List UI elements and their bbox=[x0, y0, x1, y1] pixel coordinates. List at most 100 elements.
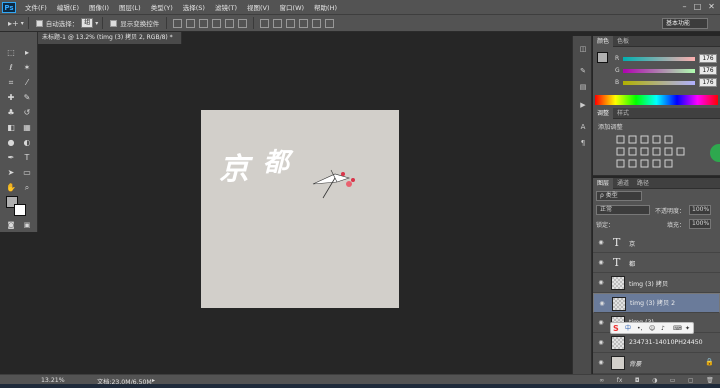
blend-mode-dropdown[interactable]: 正常 bbox=[596, 205, 650, 215]
eraser-icon[interactable]: ◧ bbox=[4, 121, 18, 135]
menu-type[interactable]: 类型(Y) bbox=[146, 2, 178, 12]
tab-paths[interactable]: 路径 bbox=[633, 178, 653, 189]
hand-tool-icon[interactable]: ✋ bbox=[4, 181, 18, 195]
distribute-left-icon[interactable] bbox=[299, 18, 309, 28]
eyedropper-icon[interactable]: ⁄ bbox=[20, 76, 34, 90]
eye-icon[interactable]: ◉ bbox=[597, 239, 605, 247]
menu-image[interactable]: 图像(I) bbox=[84, 2, 114, 12]
path-selection-icon[interactable]: ➤ bbox=[4, 166, 18, 180]
tab-styles[interactable]: 样式 bbox=[613, 108, 633, 119]
slider-track[interactable] bbox=[623, 81, 695, 85]
move-tool-icon[interactable]: ▸+ bbox=[8, 19, 19, 28]
skin-icon[interactable]: ✦ bbox=[685, 324, 690, 333]
layer-row-selected[interactable]: ◉ timg (3) 拷贝 2 bbox=[593, 293, 720, 313]
paragraph-panel-icon[interactable]: ¶ bbox=[578, 138, 588, 148]
channel-value[interactable]: 176 bbox=[699, 66, 717, 75]
adjustment-layer-icon[interactable]: ◑ bbox=[652, 377, 657, 384]
menu-help[interactable]: 帮助(H) bbox=[309, 2, 342, 12]
eye-icon[interactable]: ◉ bbox=[597, 259, 605, 267]
slider-track[interactable] bbox=[623, 69, 695, 73]
distribute-top-icon[interactable] bbox=[260, 18, 270, 28]
rectangle-tool-icon[interactable]: ▭ bbox=[20, 166, 34, 180]
lasso-tool-icon[interactable]: ℓ bbox=[4, 61, 18, 75]
zoom-tool-icon[interactable]: ⌕ bbox=[20, 181, 34, 195]
dodge-tool-icon[interactable]: ◐ bbox=[20, 136, 34, 150]
slider-r[interactable]: R 176 bbox=[615, 54, 719, 64]
pen-tool-icon[interactable]: ✒ bbox=[4, 151, 18, 165]
maximize-icon[interactable]: □ bbox=[692, 1, 703, 12]
brush-panel-icon[interactable]: ✎ bbox=[578, 66, 588, 76]
align-bottom-icon[interactable] bbox=[199, 18, 209, 28]
screen-mode-icon[interactable]: ▣ bbox=[20, 218, 34, 232]
ime-mode-icon[interactable]: 中 bbox=[625, 324, 631, 333]
auto-select-checkbox[interactable] bbox=[35, 19, 43, 27]
move-tool-icon[interactable]: ▸ bbox=[20, 46, 34, 60]
eye-icon[interactable]: ◉ bbox=[597, 279, 605, 287]
distribute-vcenter-icon[interactable] bbox=[273, 18, 283, 28]
keyboard-icon[interactable]: ⌨ bbox=[673, 324, 682, 333]
menu-layer[interactable]: 图层(L) bbox=[114, 2, 146, 12]
eye-icon[interactable]: ◉ bbox=[597, 359, 605, 367]
menu-filter[interactable]: 滤镜(T) bbox=[210, 2, 242, 12]
minimize-icon[interactable]: – bbox=[679, 1, 690, 12]
color-spectrum-ramp[interactable] bbox=[595, 95, 718, 105]
channel-value[interactable]: 176 bbox=[699, 78, 717, 87]
type-tool-icon[interactable]: T bbox=[20, 151, 34, 165]
fill-field[interactable]: 100% bbox=[689, 219, 711, 229]
link-layers-icon[interactable]: ∞ bbox=[599, 377, 604, 384]
layer-row[interactable]: ◉ T 都 bbox=[593, 253, 720, 273]
layer-style-icon[interactable]: fx bbox=[617, 377, 623, 384]
zoom-readout[interactable]: 13.21% bbox=[41, 377, 65, 384]
auto-select-dropdown[interactable]: 组 bbox=[81, 18, 94, 28]
actions-panel-icon[interactable]: ▶ bbox=[578, 100, 588, 110]
brush-tool-icon[interactable]: ✎ bbox=[20, 91, 34, 105]
layer-filter-dropdown[interactable]: ρ 类型 bbox=[596, 191, 642, 201]
background-color-swatch[interactable] bbox=[14, 204, 26, 216]
align-vcenter-icon[interactable] bbox=[186, 18, 196, 28]
magic-wand-icon[interactable]: ✶ bbox=[20, 61, 34, 75]
distribute-bottom-icon[interactable] bbox=[286, 18, 296, 28]
punctuation-icon[interactable]: •, bbox=[637, 324, 642, 333]
adjustment-icons-grid[interactable] bbox=[615, 134, 697, 170]
channel-value[interactable]: 176 bbox=[699, 54, 717, 63]
distribute-right-icon[interactable] bbox=[325, 18, 335, 28]
slider-g[interactable]: G 176 bbox=[615, 66, 719, 76]
tool-preset-dropdown-icon[interactable]: ▾ bbox=[21, 20, 24, 27]
opacity-field[interactable]: 100% bbox=[689, 205, 711, 215]
align-hcenter-icon[interactable] bbox=[225, 18, 235, 28]
ime-toolbar[interactable]: S 中 •, ☺ ♪ ⌨ ✦ bbox=[610, 322, 694, 334]
distribute-hcenter-icon[interactable] bbox=[312, 18, 322, 28]
slider-b[interactable]: B 176 bbox=[615, 78, 719, 88]
new-layer-icon[interactable]: ▢ bbox=[688, 377, 694, 384]
align-left-icon[interactable] bbox=[212, 18, 222, 28]
menu-select[interactable]: 选择(S) bbox=[178, 2, 210, 12]
clone-stamp-icon[interactable]: ♣ bbox=[4, 106, 18, 120]
layer-row[interactable]: ◉ 234731-14010PH24450 bbox=[593, 333, 720, 353]
character-panel-icon[interactable]: A bbox=[578, 122, 588, 132]
layer-row[interactable]: ◉ timg (3) 拷贝 bbox=[593, 273, 720, 293]
menu-file[interactable]: 文件(F) bbox=[20, 2, 52, 12]
close-icon[interactable]: ✕ bbox=[706, 1, 717, 12]
history-panel-icon[interactable]: ◫ bbox=[578, 44, 588, 54]
align-right-icon[interactable] bbox=[238, 18, 248, 28]
layer-row[interactable]: ◉ 背景 🔒 bbox=[593, 353, 720, 374]
workspace-dropdown[interactable]: 基本功能 bbox=[662, 18, 708, 29]
quick-mask-icon[interactable]: ◙ bbox=[4, 218, 18, 232]
menu-window[interactable]: 窗口(W) bbox=[275, 2, 310, 12]
layer-row[interactable]: ◉ T 京 bbox=[593, 233, 720, 253]
microphone-icon[interactable]: ♪ bbox=[661, 324, 665, 333]
floating-badge-icon[interactable] bbox=[710, 144, 720, 162]
tab-adjustments[interactable]: 调整 bbox=[593, 107, 614, 119]
tab-layers[interactable]: 图层 bbox=[593, 177, 614, 189]
document-canvas[interactable]: 京 都 bbox=[201, 110, 399, 308]
eye-icon[interactable]: ◉ bbox=[597, 319, 605, 327]
emoji-icon[interactable]: ☺ bbox=[649, 324, 655, 333]
healing-brush-icon[interactable]: ✚ bbox=[4, 91, 18, 105]
status-menu-icon[interactable]: ▸ bbox=[152, 377, 155, 384]
gradient-tool-icon[interactable]: ▦ bbox=[20, 121, 34, 135]
show-transform-checkbox[interactable] bbox=[110, 19, 118, 27]
layer-mask-icon[interactable]: ◘ bbox=[635, 377, 640, 384]
tab-swatches[interactable]: 色板 bbox=[613, 36, 633, 47]
marquee-tool-icon[interactable]: ⬚ bbox=[4, 46, 18, 60]
document-tab[interactable]: 未标题-1 @ 13.2% (timg (3) 拷贝 2, RGB/8) * bbox=[38, 32, 182, 44]
